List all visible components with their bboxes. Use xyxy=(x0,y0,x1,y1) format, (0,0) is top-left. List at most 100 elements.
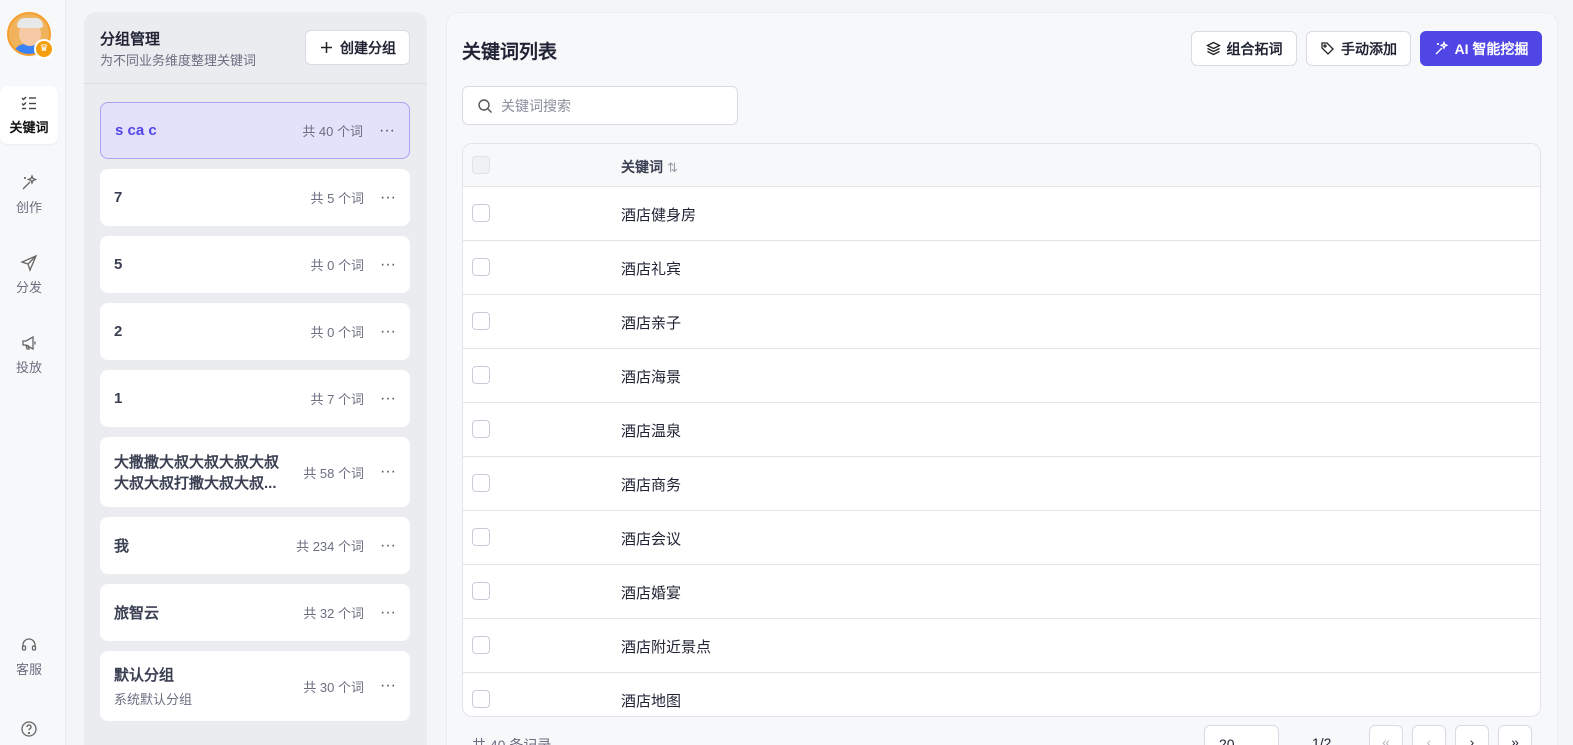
ai-mining-label: AI 智能挖掘 xyxy=(1454,40,1529,57)
next-page-button[interactable]: › xyxy=(1455,725,1489,745)
more-icon[interactable]: ··· xyxy=(380,604,396,620)
page-size-value: 20 xyxy=(1219,736,1235,745)
group-panel-header: 分组管理 为不同业务维度整理关键词 创建分组 xyxy=(84,12,427,84)
more-icon[interactable]: ··· xyxy=(380,464,396,480)
row-checkbox[interactable] xyxy=(472,528,490,546)
table-row: 酒店亲子 xyxy=(463,295,1540,349)
keyword-cell: 酒店亲子 xyxy=(621,315,682,332)
more-icon[interactable]: ··· xyxy=(380,189,396,205)
rail-item-support[interactable]: 客服 xyxy=(0,628,58,686)
create-group-button[interactable]: 创建分组 xyxy=(305,30,410,65)
crown-icon: ♛ xyxy=(34,39,54,59)
search-icon xyxy=(478,98,492,113)
row-checkbox[interactable] xyxy=(472,312,490,330)
group-count: 共 58 个词 xyxy=(303,465,364,481)
group-name-line1: 大撒撒大叔大叔大叔大叔 xyxy=(114,454,280,471)
help-icon[interactable] xyxy=(20,720,38,738)
group-count: 共 234 个词 xyxy=(296,539,364,554)
group-item[interactable]: 我 共 234 个词 ··· xyxy=(100,517,410,574)
keyword-cell: 酒店婚宴 xyxy=(621,585,682,602)
ai-mining-button[interactable]: AI 智能挖掘 xyxy=(1420,31,1542,66)
table-row: 酒店健身房 xyxy=(463,187,1540,241)
plus-icon xyxy=(321,42,332,53)
manual-add-button[interactable]: 手动添加 xyxy=(1306,31,1411,66)
first-page-button[interactable]: « xyxy=(1369,725,1403,745)
last-page-button[interactable]: » xyxy=(1498,725,1532,745)
group-name: 2 xyxy=(114,323,123,340)
prev-page-button[interactable]: ‹ xyxy=(1412,725,1446,745)
keyword-cell: 酒店海景 xyxy=(621,369,682,386)
table-row: 酒店商务 xyxy=(463,457,1540,511)
more-icon[interactable]: ··· xyxy=(380,678,396,694)
keyword-search[interactable] xyxy=(462,86,738,125)
more-icon[interactable]: ··· xyxy=(380,537,396,553)
row-checkbox[interactable] xyxy=(472,258,490,276)
group-item[interactable]: s ca c 共 40 个词 ··· xyxy=(100,102,410,159)
group-item[interactable]: 5 共 0 个词 ··· xyxy=(100,236,410,293)
page-indicator: 1/2 xyxy=(1312,735,1332,745)
row-checkbox[interactable] xyxy=(472,690,490,708)
table-row: 酒店温泉 xyxy=(463,403,1540,457)
rail-item-create[interactable]: 创作 xyxy=(0,166,58,224)
row-checkbox[interactable] xyxy=(472,366,490,384)
table-row: 酒店海景 xyxy=(463,349,1540,403)
rail-label: 客服 xyxy=(15,662,42,677)
total-records: 共 40 条记录 xyxy=(472,737,552,745)
row-checkbox[interactable] xyxy=(472,420,490,438)
rail-item-ads[interactable]: 投放 xyxy=(0,326,58,384)
megaphone-icon xyxy=(22,335,36,351)
keyword-cell: 酒店地图 xyxy=(621,693,682,710)
group-name-line2: 大叔大叔打撒大叔大叔... xyxy=(114,475,277,492)
group-count: 共 5 个词 xyxy=(310,191,364,206)
keyword-table: 关键词 ⇅ 酒店健身房 酒店礼宾 酒店亲子 酒店海景 酒店温泉 酒店商务 酒店会议… xyxy=(462,143,1541,717)
group-name: 默认分组 系统默认分组 xyxy=(114,664,303,708)
tag-icon xyxy=(1321,42,1334,55)
headset-icon xyxy=(21,638,37,651)
keyword-cell: 酒店商务 xyxy=(621,477,682,494)
group-item[interactable]: 1 共 7 个词 ··· xyxy=(100,370,410,427)
select-all-checkbox[interactable] xyxy=(472,156,490,174)
manual-add-label: 手动添加 xyxy=(1341,40,1397,57)
group-item[interactable]: 默认分组 系统默认分组 共 30 个词 ··· xyxy=(100,651,410,721)
more-icon[interactable]: ··· xyxy=(380,323,396,339)
more-icon[interactable]: ··· xyxy=(380,390,396,406)
more-icon[interactable]: ··· xyxy=(379,122,395,138)
sort-icon[interactable]: ⇅ xyxy=(667,160,678,175)
keyword-cell: 酒店附近景点 xyxy=(621,639,712,656)
rail-label: 投放 xyxy=(15,360,42,375)
page-size-select[interactable]: 20 ⌄ xyxy=(1204,725,1279,745)
keyword-panel: 关键词列表 组合拓词 手动添加 AI 智能挖掘 关键词 ⇅ 酒店健身房 酒店礼宾 … xyxy=(446,12,1558,745)
group-count: 共 0 个词 xyxy=(310,325,364,340)
sparkle-icon xyxy=(1435,41,1449,55)
group-count: 共 0 个词 xyxy=(310,258,364,273)
group-name: 旅智云 xyxy=(114,605,160,622)
row-checkbox[interactable] xyxy=(472,204,490,222)
group-item[interactable]: 2 共 0 个词 ··· xyxy=(100,303,410,360)
rail-item-distribute[interactable]: 分发 xyxy=(0,246,58,304)
keyword-cell: 酒店健身房 xyxy=(621,207,697,224)
sparkle-icon xyxy=(22,174,38,190)
rail-item-keywords[interactable]: 关键词 xyxy=(0,86,58,144)
row-checkbox[interactable] xyxy=(472,474,490,492)
rail-label: 分发 xyxy=(15,280,42,295)
search-input[interactable] xyxy=(501,97,721,114)
group-item[interactable]: 大撒撒大叔大叔大叔大叔 大叔大叔打撒大叔大叔... 共 58 个词 ··· xyxy=(100,437,410,507)
more-icon[interactable]: ··· xyxy=(380,256,396,272)
group-count: 共 32 个词 xyxy=(303,606,364,621)
nav-rail: ♛ 关键词 创作 分发 投放 客服 xyxy=(0,0,66,745)
table-row: 酒店礼宾 xyxy=(463,241,1540,295)
group-name: s ca c xyxy=(115,122,157,139)
group-name: 7 xyxy=(114,189,123,206)
group-item[interactable]: 7 共 5 个词 ··· xyxy=(100,169,410,226)
group-item[interactable]: 旅智云 共 32 个词 ··· xyxy=(100,584,410,641)
row-checkbox[interactable] xyxy=(472,582,490,600)
rail-label: 关键词 xyxy=(9,120,49,135)
keyword-cell: 酒店会议 xyxy=(621,531,682,548)
chevron-down-icon: ⌄ xyxy=(1238,740,1247,745)
column-header-keyword[interactable]: 关键词 ⇅ xyxy=(621,157,678,177)
table-header: 关键词 ⇅ xyxy=(463,144,1540,187)
combine-expand-button[interactable]: 组合拓词 xyxy=(1191,31,1297,66)
row-checkbox[interactable] xyxy=(472,636,490,654)
page-title: 关键词列表 xyxy=(462,42,558,63)
group-count: 共 7 个词 xyxy=(310,392,364,407)
